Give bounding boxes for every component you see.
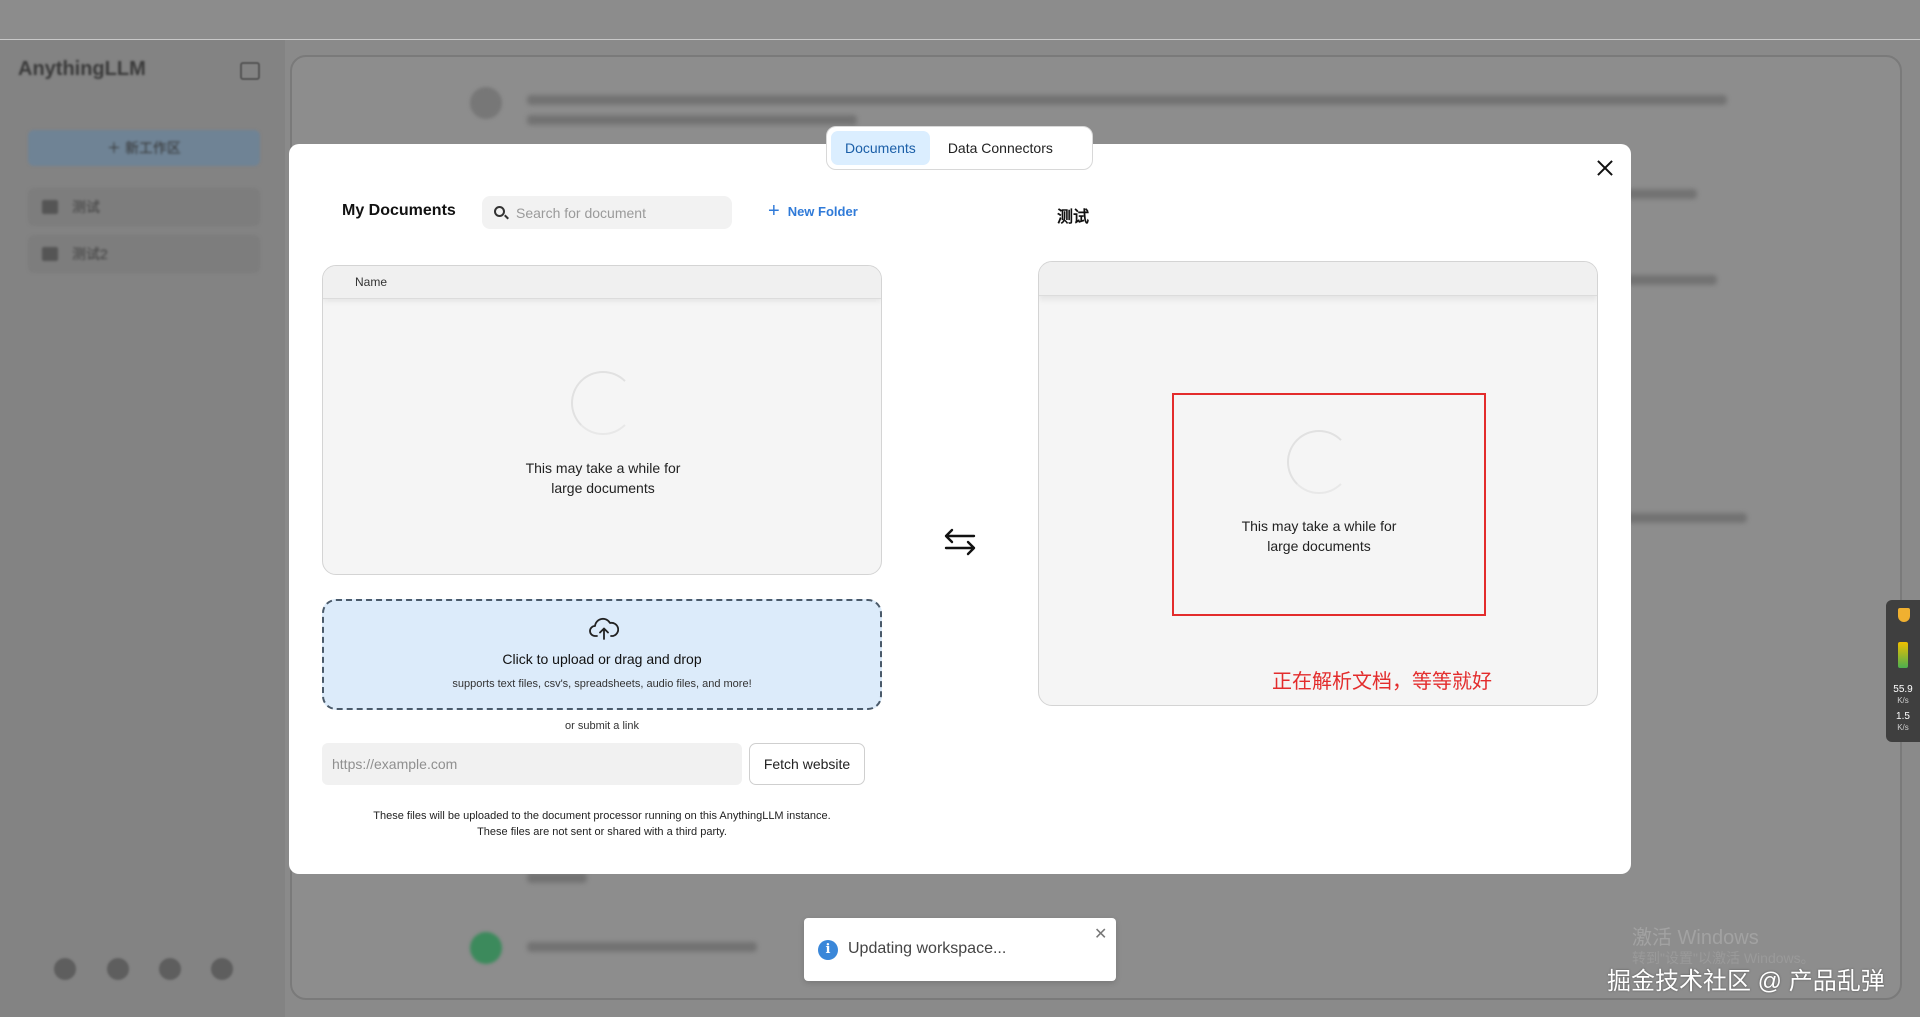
assistant-avatar	[470, 87, 502, 119]
document-search[interactable]	[482, 196, 732, 229]
upload-dropzone[interactable]: Click to upload or drag and drop support…	[322, 599, 882, 710]
upload-subtitle: supports text files, csv's, spreadsheets…	[452, 678, 752, 690]
annotation-note: 正在解析文档，等等就好	[1272, 671, 1492, 693]
my-documents-list: Name This may take a while for large doc…	[322, 265, 882, 575]
network-speed-widget: 55.9 K/s 1.5 K/s	[1886, 600, 1920, 742]
upload-title: Click to upload or drag and drop	[502, 651, 702, 667]
download-speed-unit: K/s	[1897, 723, 1909, 732]
docs-icon[interactable]	[107, 958, 129, 980]
download-speed: 1.5	[1896, 711, 1910, 722]
workspace-title: 测试	[1057, 209, 1090, 226]
upload-speed-unit: K/s	[1897, 696, 1909, 705]
new-workspace-label: 新工作区	[124, 140, 181, 156]
fetch-website-button[interactable]: Fetch website	[749, 743, 865, 785]
sidebar	[0, 40, 285, 1017]
loading-line: large documents	[551, 480, 655, 496]
speed-bar-icon	[1898, 642, 1908, 668]
modal-tabs: Documents Data Connectors	[826, 126, 1093, 170]
workspace-icon	[42, 247, 58, 261]
new-folder-label: New Folder	[787, 203, 858, 219]
shield-icon	[1898, 608, 1910, 622]
close-icon[interactable]: ✕	[1094, 924, 1107, 944]
window-top-bar	[0, 0, 1920, 40]
url-input[interactable]	[322, 743, 742, 785]
disclaimer-line: These files are not sent or shared with …	[477, 826, 727, 838]
close-icon[interactable]	[1593, 156, 1617, 180]
workspace-list-header	[1039, 262, 1597, 296]
support-icon[interactable]	[54, 958, 76, 980]
new-folder-button[interactable]: + New Folder	[768, 200, 858, 222]
plus-icon: +	[768, 200, 780, 222]
move-documents-icon[interactable]	[942, 525, 978, 559]
user-avatar	[470, 932, 502, 964]
disclaimer-line: These files will be uploaded to the docu…	[373, 810, 831, 822]
workspace-icon	[42, 200, 58, 214]
sidebar-item-workspace[interactable]: 测试	[28, 188, 260, 226]
search-icon	[494, 206, 505, 217]
cloud-upload-icon	[589, 617, 619, 640]
info-icon: i	[818, 940, 838, 960]
sidebar-toggle-icon[interactable]	[240, 62, 260, 80]
workspace-label: 测试2	[72, 246, 108, 262]
upload-disclaimer: These files will be uploaded to the docu…	[322, 808, 882, 840]
my-documents-title: My Documents	[342, 202, 456, 219]
loading-message: This may take a while for large document…	[493, 458, 713, 498]
tab-documents[interactable]: Documents	[831, 131, 930, 165]
workspace-label: 测试	[72, 199, 100, 215]
upload-speed: 55.9	[1893, 684, 1913, 695]
new-workspace-button[interactable]: ＋ 新工作区	[28, 130, 260, 166]
name-column-header: Name	[323, 266, 881, 299]
loading-spinner-icon	[571, 371, 635, 435]
search-input[interactable]	[516, 196, 726, 229]
settings-wrench-icon[interactable]	[211, 958, 233, 980]
status-toast: i Updating workspace... ✕	[804, 918, 1116, 981]
watermark: 掘金技术社区 @ 产品乱弹	[1607, 968, 1885, 995]
activate-windows-text: 激活 Windows	[1632, 927, 1759, 949]
or-submit-link-label: or submit a link	[565, 720, 639, 732]
sidebar-item-workspace[interactable]: 测试2	[28, 235, 260, 273]
discord-icon[interactable]	[159, 958, 181, 980]
tab-data-connectors[interactable]: Data Connectors	[934, 131, 1067, 165]
app-logo: AnythingLLM	[18, 58, 146, 80]
annotation-highlight-box	[1172, 393, 1486, 616]
loading-line: This may take a while for	[525, 460, 681, 476]
toast-message: Updating workspace...	[848, 940, 1007, 957]
